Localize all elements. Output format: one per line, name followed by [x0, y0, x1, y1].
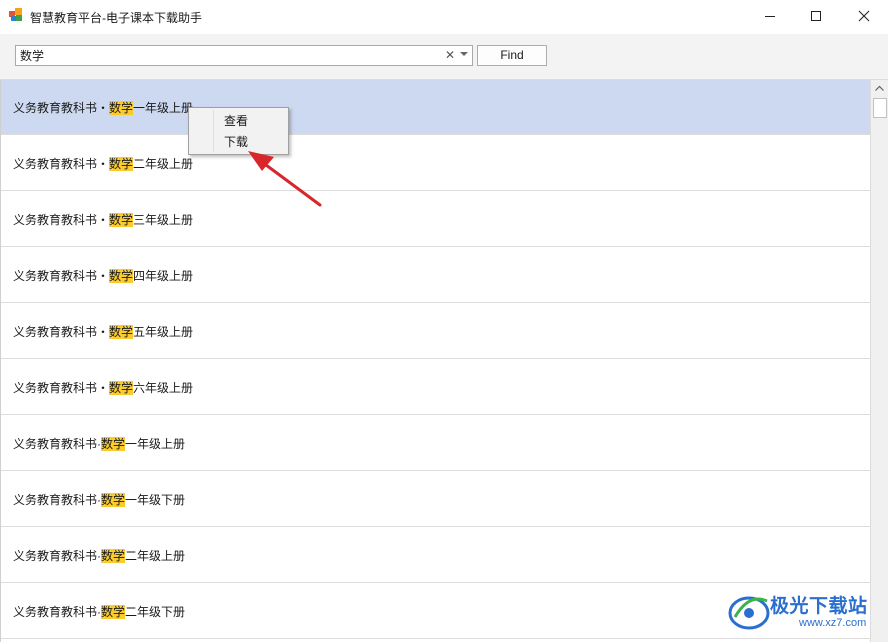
vertical-scrollbar[interactable] [870, 80, 888, 642]
context-menu: 查看 下载 [188, 107, 289, 155]
list-item[interactable]: 义务教育教科书・数学六年级上册 [1, 360, 870, 415]
maximize-button[interactable] [793, 0, 839, 32]
search-match-highlight: 数学 [109, 268, 134, 283]
window-title: 智慧教育平台-电子课本下载助手 [30, 11, 202, 25]
list-item-suffix: 三年级上册 [133, 212, 194, 227]
list-item-label: 义务教育教科书・数学一年级上册 [1, 99, 193, 116]
list-item-label: 义务教育教科书・数学四年级上册 [1, 267, 193, 284]
watermark-logo-icon [728, 596, 770, 630]
list-item-suffix: 一年级下册 [125, 492, 186, 507]
list-item[interactable]: 义务教育教科书・数学一年级上册 [1, 80, 870, 135]
search-match-highlight: 数学 [101, 548, 126, 563]
close-button[interactable] [841, 0, 887, 32]
list-item[interactable]: 义务教育教科书·数学一年级上册 [1, 416, 870, 471]
list-item-label: 义务教育教科书·数学二年级下册 [1, 603, 185, 620]
search-match-highlight: 数学 [101, 604, 126, 619]
list-item[interactable]: 义务教育教科书·数学二年级上册 [1, 528, 870, 583]
watermark-title: 极光下载站 [770, 596, 868, 617]
list-item-suffix: 一年级上册 [133, 100, 194, 115]
app-logo-icon [9, 8, 23, 22]
list-item-label: 义务教育教科书·数学一年级上册 [1, 435, 185, 452]
scroll-up-button[interactable] [871, 80, 888, 97]
result-list: 义务教育教科书・数学一年级上册 义务教育教科书・数学二年级上册 义务教育教科书・数学… [0, 80, 870, 642]
list-item-suffix: 二年级上册 [133, 156, 194, 171]
list-item-label: 义务教育教科书・数学二年级上册 [1, 155, 193, 172]
list-item-suffix: 五年级上册 [133, 324, 194, 339]
context-menu-item-download[interactable]: 下载 [190, 132, 287, 153]
list-item-suffix: 一年级上册 [125, 436, 186, 451]
list-item-prefix: 义务教育教科书· [13, 492, 101, 507]
list-item-prefix: 义务教育教科书・ [13, 100, 110, 115]
list-item-prefix: 义务教育教科书・ [13, 380, 110, 395]
list-item-suffix: 六年级上册 [133, 380, 194, 395]
search-combobox[interactable]: ✕ [15, 45, 473, 66]
list-item[interactable]: 义务教育教科书・数学四年级上册 [1, 248, 870, 303]
list-item-suffix: 四年级上册 [133, 268, 194, 283]
list-item-label: 义务教育教科书・数学五年级上册 [1, 323, 193, 340]
list-item-suffix: 二年级上册 [125, 548, 186, 563]
chevron-up-icon [875, 85, 884, 91]
close-icon [858, 10, 870, 22]
title-bar: 智慧教育平台-电子课本下载助手 [0, 0, 888, 34]
search-match-highlight: 数学 [101, 436, 126, 451]
minimize-icon [765, 16, 775, 17]
list-item-prefix: 义务教育教科书· [13, 436, 101, 451]
search-match-highlight: 数学 [109, 324, 134, 339]
list-item-label: 义务教育教科书・数学六年级上册 [1, 379, 193, 396]
list-item[interactable]: 义务教育教科书・数学二年级上册 [1, 136, 870, 191]
list-item[interactable]: 义务教育教科书·数学一年级下册 [1, 472, 870, 527]
list-item-prefix: 义务教育教科书・ [13, 212, 110, 227]
list-item-prefix: 义务教育教科书・ [13, 324, 110, 339]
list-item-suffix: 二年级下册 [125, 604, 186, 619]
list-item-label: 义务教育教科书・数学三年级上册 [1, 211, 193, 228]
list-item[interactable]: 义务教育教科书・数学五年级上册 [1, 304, 870, 359]
maximize-icon [811, 11, 821, 21]
minimize-button[interactable] [747, 0, 793, 32]
find-button[interactable]: Find [477, 45, 547, 66]
list-item-prefix: 义务教育教科书・ [13, 268, 110, 283]
list-item-label: 义务教育教科书·数学一年级下册 [1, 491, 185, 508]
search-match-highlight: 数学 [109, 212, 134, 227]
search-match-highlight: 数学 [101, 492, 126, 507]
list-item-prefix: 义务教育教科书・ [13, 156, 110, 171]
search-toolbar: ✕ Find [0, 34, 888, 80]
list-item-prefix: 义务教育教科书· [13, 548, 101, 563]
watermark: 极光下载站 www.xz7.com [727, 585, 882, 637]
list-item-prefix: 义务教育教科书· [13, 604, 101, 619]
search-match-highlight: 数学 [109, 156, 134, 171]
watermark-url: www.xz7.com [799, 617, 867, 629]
context-menu-item-view[interactable]: 查看 [190, 111, 287, 132]
search-match-highlight: 数学 [109, 100, 134, 115]
search-input[interactable] [20, 46, 438, 65]
clear-icon[interactable]: ✕ [444, 48, 456, 62]
list-item[interactable]: 义务教育教科书・数学三年级上册 [1, 192, 870, 247]
search-match-highlight: 数学 [109, 380, 134, 395]
scroll-thumb[interactable] [873, 98, 887, 118]
dropdown-arrow-icon[interactable] [460, 52, 468, 56]
list-item-label: 义务教育教科书·数学二年级上册 [1, 547, 185, 564]
